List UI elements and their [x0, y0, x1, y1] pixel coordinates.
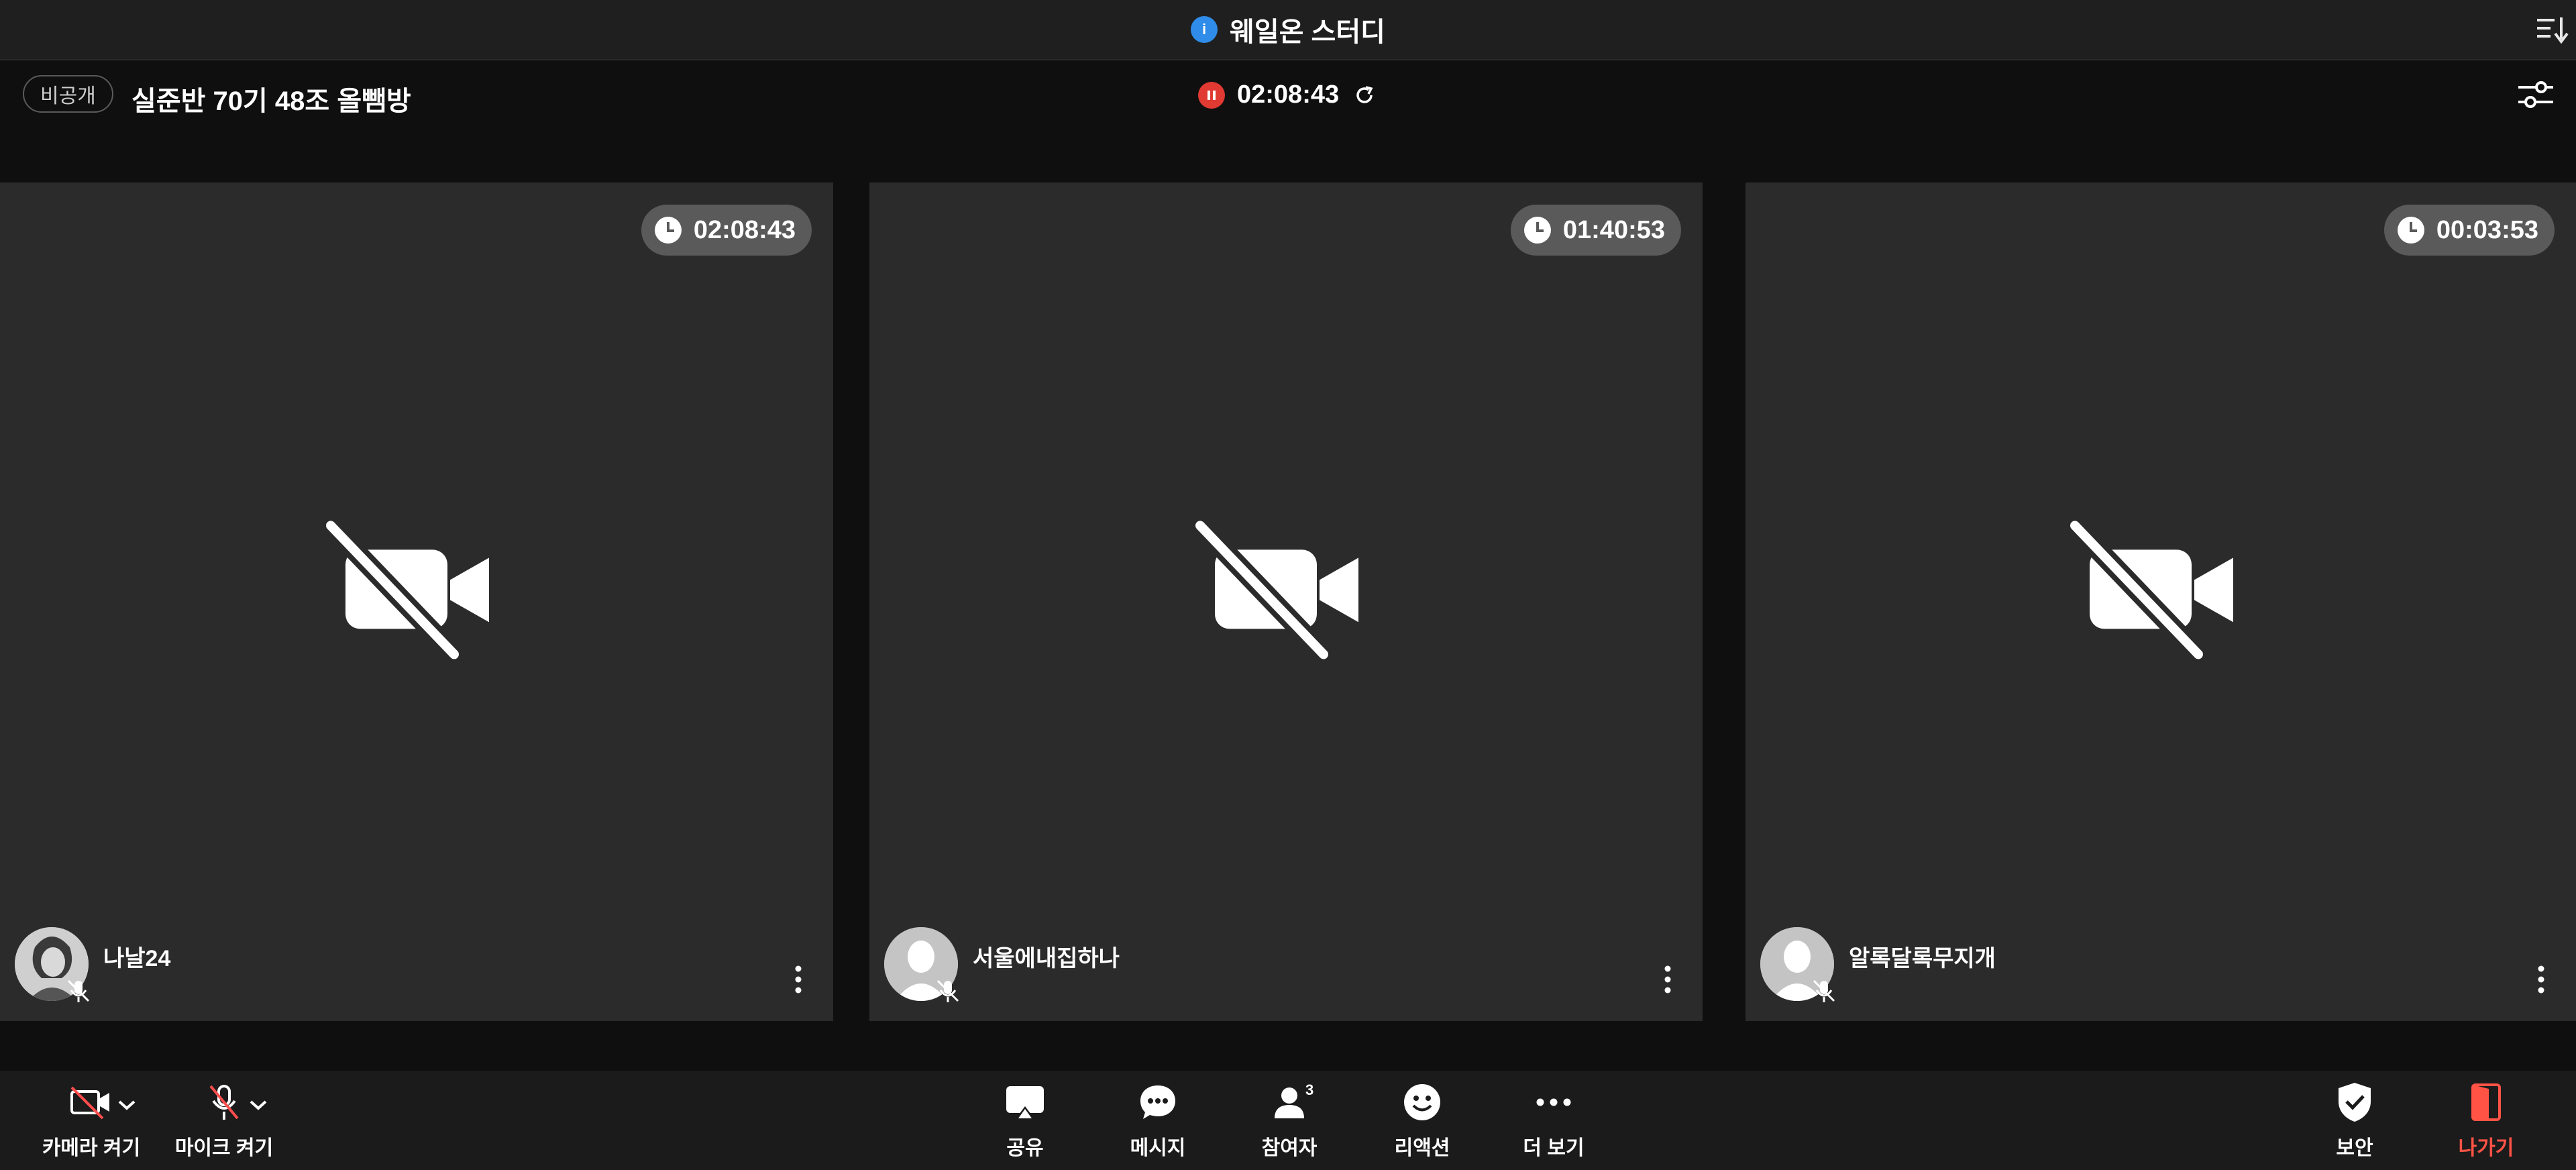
participant-tile[interactable]: 00:03:53 알록달록무지개 — [1746, 182, 2576, 1021]
recording-indicator: 02:08:43 — [1198, 81, 1378, 109]
chevron-down-icon[interactable] — [115, 1098, 138, 1112]
mic-toggle-button[interactable]: 마이크 켜기 — [157, 1079, 291, 1163]
refresh-icon[interactable] — [1351, 82, 1378, 109]
avatar — [1760, 927, 1835, 1002]
mic-muted-icon — [1813, 979, 1835, 1002]
room-title: 실준반 70기 48조 올뺌방 — [131, 87, 411, 116]
app-title: 웨일온 스터디 — [1230, 17, 1385, 47]
participant-name: 나날24 — [103, 946, 171, 971]
participant-name: 서울에내집하나 — [973, 946, 1120, 971]
participant-tile[interactable]: 02:08:43 나날24 — [0, 182, 833, 1021]
more-label: 더 보기 — [1523, 1137, 1585, 1159]
leave-button[interactable]: 나가기 — [2419, 1079, 2553, 1163]
camera-off-icon — [1193, 519, 1358, 661]
window-title-bar: i 웨일온 스터디 — [0, 0, 2576, 60]
message-label: 메시지 — [1130, 1137, 1186, 1159]
participant-name: 알록달록무지개 — [1849, 946, 1996, 971]
visibility-badge: 비공개 — [23, 75, 113, 113]
chevron-down-icon[interactable] — [247, 1098, 270, 1112]
camera-toggle-button[interactable]: 카메라 켜기 — [24, 1079, 158, 1163]
bottom-toolbar: 카메라 켜기 마이크 켜기 공유 메시지 참여자 3 리액션 더 보기 보안 나… — [0, 1071, 2576, 1170]
security-label: 보안 — [2336, 1137, 2373, 1159]
reaction-button[interactable]: 리액션 — [1355, 1079, 1489, 1163]
study-timer: 00:03:53 — [2383, 205, 2555, 256]
mic-off-icon — [201, 1079, 248, 1126]
kebab-menu-icon[interactable] — [2533, 963, 2549, 996]
title-group: i 웨일온 스터디 — [1191, 10, 1385, 49]
study-timer: 02:08:43 — [641, 205, 812, 256]
chat-bubble-icon — [1134, 1079, 1181, 1126]
mic-toggle-label: 마이크 켜기 — [174, 1137, 274, 1159]
participants-button[interactable]: 참여자 — [1222, 1079, 1356, 1163]
screen-share-icon — [1002, 1079, 1049, 1126]
share-button[interactable]: 공유 — [958, 1079, 1092, 1163]
avatar — [884, 927, 959, 1002]
timer-text: 02:08:43 — [693, 215, 796, 244]
kebab-menu-icon[interactable] — [790, 963, 806, 996]
reaction-label: 리액션 — [1394, 1137, 1450, 1159]
info-icon[interactable]: i — [1191, 16, 1218, 43]
pause-icon[interactable] — [1198, 81, 1225, 109]
camera-off-icon — [2068, 519, 2233, 661]
mic-muted-icon — [67, 979, 90, 1002]
more-button[interactable]: 더 보기 — [1487, 1079, 1621, 1163]
door-exit-icon — [2463, 1079, 2510, 1126]
settings-sliders-icon[interactable] — [2516, 76, 2556, 113]
kebab-menu-icon[interactable] — [1660, 963, 1676, 996]
participant-tile[interactable]: 01:40:53 서울에내집하나 — [869, 182, 1703, 1021]
smiley-icon — [1399, 1079, 1446, 1126]
participants-count: 3 — [1305, 1081, 1314, 1098]
camera-off-icon — [323, 519, 489, 661]
camera-off-icon — [68, 1079, 115, 1126]
camera-toggle-label: 카메라 켜기 — [42, 1137, 141, 1159]
security-button[interactable]: 보안 — [2288, 1079, 2422, 1163]
study-timer: 01:40:53 — [1510, 205, 1681, 256]
sort-list-icon[interactable] — [2534, 13, 2569, 46]
leave-label: 나가기 — [2458, 1137, 2514, 1159]
room-header: 비공개 실준반 70기 48조 올뺌방 02:08:43 — [0, 60, 2576, 134]
participants-label: 참여자 — [1261, 1137, 1318, 1159]
message-button[interactable]: 메시지 — [1091, 1079, 1225, 1163]
clock-icon — [2397, 217, 2424, 244]
shield-check-icon — [2331, 1079, 2378, 1126]
timer-text: 01:40:53 — [1562, 215, 1665, 244]
clock-icon — [654, 217, 682, 244]
clock-icon — [1523, 217, 1551, 244]
more-horizontal-icon — [1530, 1079, 1577, 1126]
timer-text: 00:03:53 — [2436, 215, 2538, 244]
recording-time: 02:08:43 — [1237, 81, 1340, 109]
avatar — [15, 927, 90, 1002]
mic-muted-icon — [936, 979, 959, 1002]
share-label: 공유 — [1006, 1137, 1044, 1159]
